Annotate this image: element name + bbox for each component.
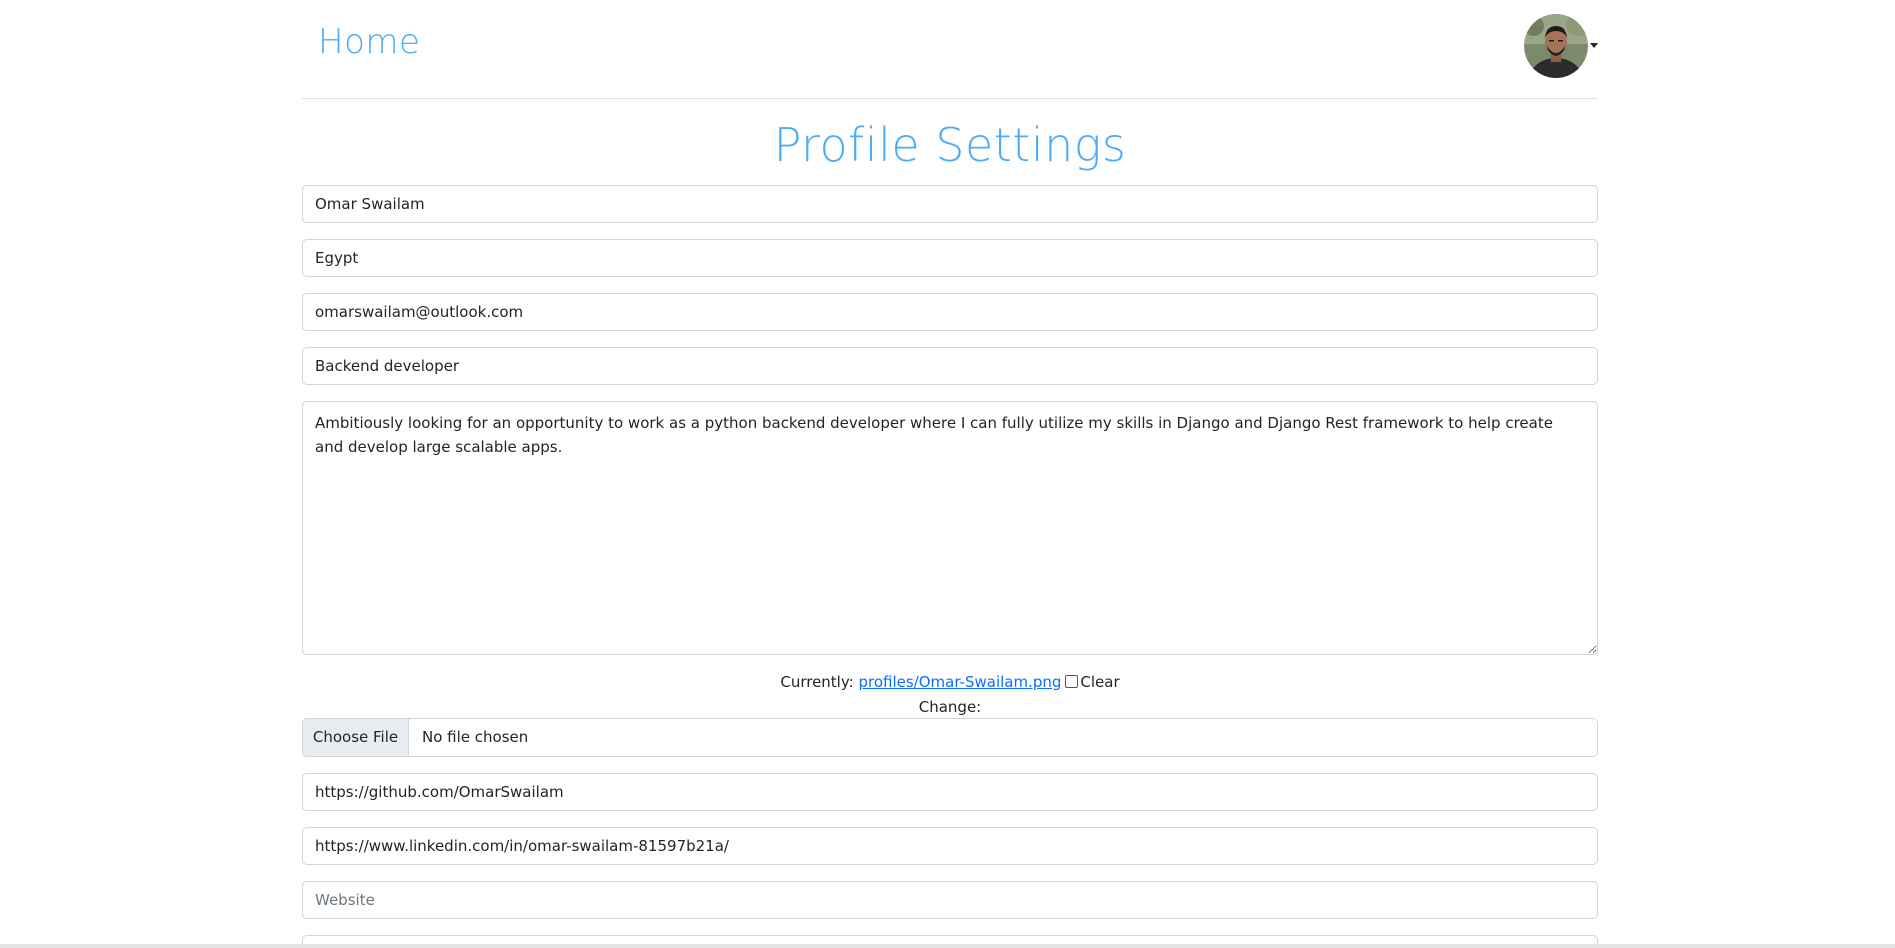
avatar[interactable] bbox=[1524, 14, 1588, 78]
page-container: Home Profile Settings Omar Swailam Egypt… bbox=[302, 0, 1598, 948]
image-file-input[interactable]: Choose File No file chosen bbox=[302, 718, 1598, 757]
choose-file-button[interactable]: Choose File bbox=[303, 719, 409, 756]
file-status-text: No file chosen bbox=[422, 728, 529, 746]
current-image-link[interactable]: profiles/Omar-Swailam.png bbox=[858, 673, 1061, 691]
headline-input[interactable] bbox=[302, 347, 1598, 385]
home-link[interactable]: Home bbox=[318, 22, 420, 62]
full-name-input[interactable] bbox=[302, 185, 1598, 223]
horizontal-scrollbar[interactable] bbox=[0, 944, 1895, 948]
currently-label: Currently: bbox=[780, 673, 854, 691]
location-input[interactable] bbox=[302, 239, 1598, 277]
clear-image-checkbox[interactable] bbox=[1065, 675, 1079, 688]
email-input[interactable] bbox=[302, 293, 1598, 331]
github-url-input[interactable] bbox=[302, 773, 1598, 811]
linkedin-url-input[interactable] bbox=[302, 827, 1598, 865]
clear-label[interactable]: Clear bbox=[1080, 673, 1119, 691]
change-label: Change: bbox=[918, 698, 982, 716]
bio-textarea[interactable]: Ambitiously looking for an opportunity t… bbox=[302, 401, 1598, 655]
avatar-photo bbox=[1524, 14, 1588, 78]
page-title: Profile Settings bbox=[773, 118, 1127, 172]
current-image-row: Currently: profiles/Omar-Swailam.png Clea… bbox=[302, 672, 1598, 692]
navbar: Home bbox=[302, 0, 1598, 99]
website-input[interactable] bbox=[302, 881, 1598, 919]
profile-menu-toggle[interactable] bbox=[1510, 14, 1598, 80]
chevron-down-icon[interactable] bbox=[1590, 43, 1598, 48]
